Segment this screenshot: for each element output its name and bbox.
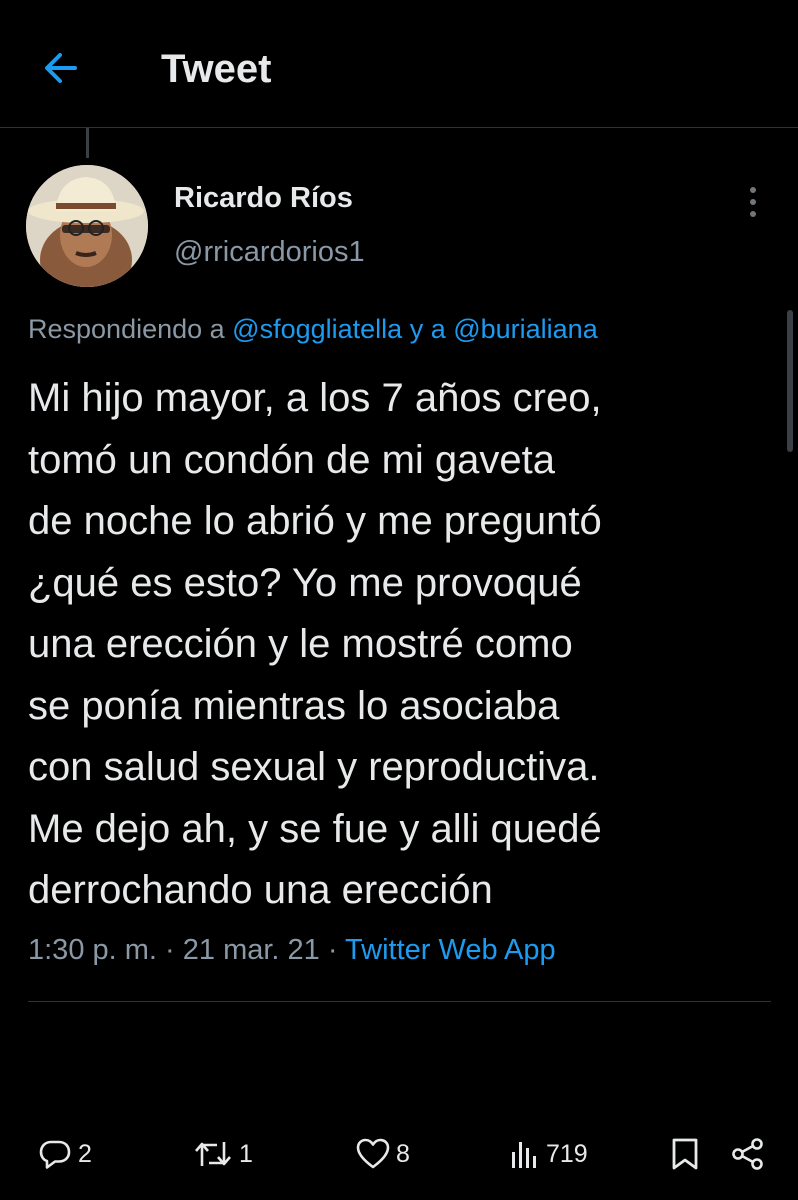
- meta-separator: ·: [156, 934, 183, 966]
- mention-joiner[interactable]: y a: [402, 314, 453, 344]
- replying-to-line: Respondiendo a @sfoggliatella y a @buria…: [28, 314, 598, 345]
- tweet-text: Mi hijo mayor, a los 7 años creo, tomó u…: [28, 376, 602, 912]
- retweet-icon: [195, 1142, 231, 1166]
- tweet-metadata: 1:30 p. m. · 21 mar. 21 · Twitter Web Ap…: [28, 934, 556, 967]
- share-icon: [732, 1138, 763, 1170]
- like-count: 8: [396, 1139, 410, 1168]
- divider: [28, 1001, 771, 1002]
- views-button[interactable]: 719: [510, 1134, 588, 1174]
- share-button[interactable]: [730, 1134, 766, 1174]
- more-vertical-icon: [750, 187, 756, 217]
- bookmark-button[interactable]: [670, 1134, 700, 1174]
- mention-link[interactable]: @sfoggliatella: [232, 314, 402, 344]
- avatar[interactable]: [26, 165, 148, 287]
- retweet-count: 1: [239, 1139, 253, 1168]
- reply-prefix: Respondiendo a: [28, 314, 233, 344]
- reply-icon: [39, 1140, 71, 1169]
- thread-connector-line: [86, 128, 89, 158]
- author-display-name[interactable]: Ricardo Ríos: [174, 182, 353, 215]
- more-options-button[interactable]: [733, 182, 773, 222]
- views-count: 719: [546, 1139, 588, 1168]
- mention-link[interactable]: @burialiana: [453, 314, 598, 344]
- profile-photo-icon: [26, 165, 148, 287]
- bookmark-icon: [672, 1138, 698, 1170]
- reply-button[interactable]: 2: [38, 1134, 92, 1174]
- reply-count: 2: [78, 1139, 92, 1168]
- author-handle[interactable]: @rricardorios1: [174, 236, 365, 269]
- like-button[interactable]: 8: [356, 1134, 410, 1174]
- tweet-source-link[interactable]: Twitter Web App: [345, 934, 556, 966]
- views-chart-icon: [512, 1142, 536, 1168]
- back-button[interactable]: [38, 45, 84, 91]
- top-bar: Tweet: [0, 0, 798, 128]
- meta-separator: ·: [319, 934, 346, 966]
- heart-icon: [356, 1138, 390, 1169]
- page-title: Tweet: [161, 47, 272, 91]
- tweet-time: 1:30 p. m.: [28, 934, 157, 966]
- retweet-button[interactable]: 1: [193, 1134, 253, 1174]
- tweet-date: 21 mar. 21: [182, 934, 320, 966]
- arrow-left-icon: [45, 53, 77, 83]
